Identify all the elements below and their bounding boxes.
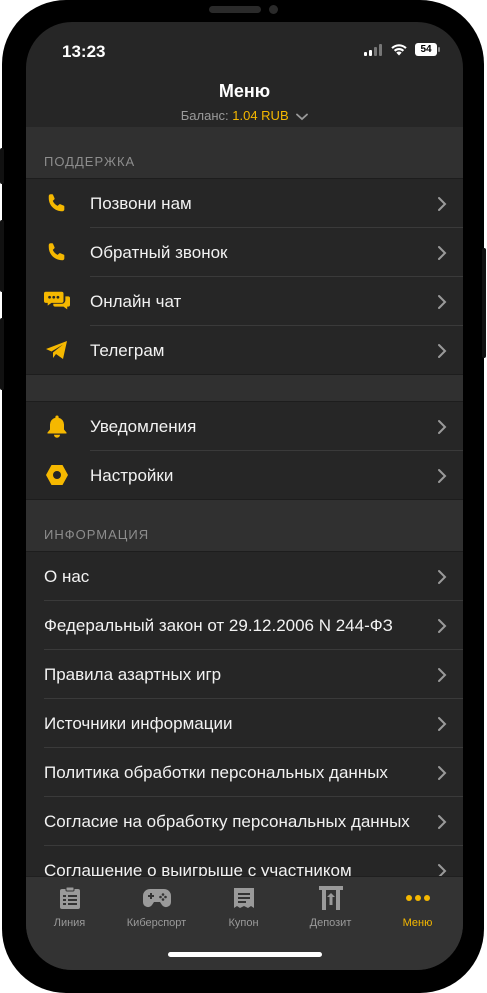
menu-item-label: Обратный звонок [90,242,228,262]
phone-callback-icon [44,240,70,264]
menu-item-online-chat[interactable]: Онлайн чат [26,277,463,326]
menu-item-notifications[interactable]: Уведомления [26,402,463,451]
balance-label: Баланс: [180,108,229,123]
menu-item-label: Телеграм [90,340,165,360]
menu-item-label: Позвони нам [90,193,192,213]
chevron-right-icon [438,668,447,682]
battery-indicator: 54 [415,43,440,56]
menu-item-about[interactable]: О нас [26,552,463,601]
balance-selector[interactable]: Баланс: 1.04 RUB [181,108,309,123]
tab-label: Купон [228,917,259,929]
tab-label: Депозит [309,917,352,929]
chevron-right-icon [438,766,447,780]
tab-menu[interactable]: Меню [374,885,461,929]
menu-item-label: Соглашение о выигрыше с участником [44,860,352,877]
menu-header: Меню Баланс: 1.04 RUB [26,80,463,127]
tab-deposit[interactable]: Депозит [287,885,374,929]
telegram-icon [44,338,70,362]
settings-icon [44,463,70,487]
tab-label: Линия [53,917,86,929]
phone-frame: 13:23 54 Меню Баланс: 1.04 RUB ПОДДЕРЖКА… [0,0,486,993]
tab-label: Киберспорт [126,917,187,929]
chat-icon [44,289,70,313]
tab-coupon[interactable]: Купон [200,885,287,929]
chevron-right-icon [438,469,447,483]
mute-switch [0,148,4,184]
menu-item-telegram[interactable]: Телеграм [26,326,463,375]
menu-item-federal-law[interactable]: Федеральный закон от 29.12.2006 N 244-ФЗ [26,601,463,650]
home-indicator[interactable] [168,952,322,957]
page-title: Меню [218,81,271,101]
chevron-right-icon [438,619,447,633]
menu-item-callback[interactable]: Обратный звонок [26,228,463,277]
menu-item-label: Уведомления [90,416,197,436]
menu-item-label: О нас [44,566,90,586]
menu-item-gambling-rules[interactable]: Правила азартных игр [26,650,463,699]
balance-value: 1.04 RUB [232,108,289,123]
more-dots-icon [374,885,461,911]
power-button [482,248,486,358]
menu-item-label: Настройки [90,465,174,485]
tab-line[interactable]: Линия [26,885,113,929]
menu-item-label: Правила азартных игр [44,664,222,684]
deposit-icon [287,885,374,911]
chevron-right-icon [438,864,447,876]
chevron-right-icon [438,717,447,731]
list-icon [26,885,113,911]
menu-item-label: Согласие на обработку персональных данны… [44,811,410,831]
tab-label: Меню [402,917,433,929]
menu-item-label: Источники информации [44,713,233,733]
coupon-icon [200,885,287,911]
gamepad-icon [113,885,200,911]
menu-item-call-us[interactable]: Позвони нам [26,179,463,228]
menu-item-label: Политика обработки персональных данных [44,762,388,782]
volume-down-button [0,318,4,390]
menu-item-data-consent[interactable]: Согласие на обработку персональных данны… [26,797,463,846]
volume-up-button [0,220,4,292]
chevron-right-icon [438,246,447,260]
cellular-signal-icon [364,44,382,56]
chevron-down-icon [296,113,309,120]
section-header-info: ИНФОРМАЦИЯ [26,500,463,552]
chevron-right-icon [438,295,447,309]
menu-item-label: Онлайн чат [90,291,182,311]
menu-item-settings[interactable]: Настройки [26,451,463,500]
section-header-support: ПОДДЕРЖКА [26,127,463,179]
bell-icon [44,414,70,438]
chevron-right-icon [438,815,447,829]
phone-icon [44,191,70,215]
tab-esports[interactable]: Киберспорт [113,885,200,929]
menu-item-info-sources[interactable]: Источники информации [26,699,463,748]
earpiece-speaker [209,6,261,13]
menu-item-label: Федеральный закон от 29.12.2006 N 244-ФЗ [44,615,393,635]
status-time: 13:23 [62,42,106,61]
menu-list[interactable]: ПОДДЕРЖКА Позвони нам Обратный звонок Он… [26,127,463,876]
status-bar: 13:23 54 [26,22,463,80]
menu-item-winnings-agreement[interactable]: Соглашение о выигрыше с участником [26,846,463,876]
chevron-right-icon [438,570,447,584]
chevron-right-icon [438,420,447,434]
chevron-right-icon [438,197,447,211]
front-camera [269,5,278,14]
section-spacer [26,375,463,402]
menu-item-privacy-policy[interactable]: Политика обработки персональных данных [26,748,463,797]
wifi-icon [391,44,407,56]
chevron-right-icon [438,344,447,358]
screen: 13:23 54 Меню Баланс: 1.04 RUB ПОДДЕРЖКА… [26,22,463,970]
